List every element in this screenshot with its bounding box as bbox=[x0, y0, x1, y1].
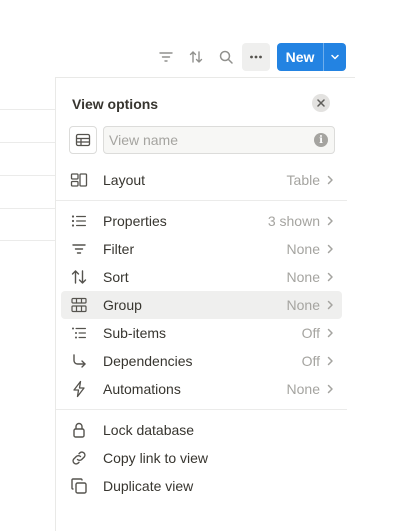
duplicate-view-option[interactable]: Duplicate view bbox=[61, 472, 342, 500]
filter-icon[interactable] bbox=[152, 43, 180, 71]
table-row-divider bbox=[0, 175, 56, 176]
group-option[interactable]: Group None bbox=[61, 291, 342, 319]
dependencies-icon bbox=[69, 351, 89, 371]
dependencies-value: Off bbox=[301, 353, 320, 369]
filter-option[interactable]: Filter None bbox=[61, 235, 342, 263]
properties-value: 3 shown bbox=[267, 213, 320, 229]
panel-title: View options bbox=[72, 96, 159, 112]
copy-link-option[interactable]: Copy link to view bbox=[61, 444, 342, 472]
chevron-right-icon bbox=[320, 384, 340, 394]
filter-value: None bbox=[286, 241, 320, 257]
chevron-right-icon bbox=[320, 272, 340, 282]
close-button[interactable] bbox=[312, 94, 330, 112]
sort-option[interactable]: Sort None bbox=[61, 263, 342, 291]
subitems-icon bbox=[69, 323, 89, 343]
copy-link-label: Copy link to view bbox=[103, 450, 209, 466]
section-divider bbox=[56, 409, 347, 410]
layout-label: Layout bbox=[103, 172, 146, 188]
sort-label: Sort bbox=[103, 269, 129, 285]
new-button-group: New bbox=[277, 43, 346, 71]
view-name-input[interactable] bbox=[104, 127, 334, 153]
layout-value: Table bbox=[286, 172, 320, 188]
view-options-panel: View options i Layout Table Properties 3… bbox=[55, 77, 355, 531]
lightning-icon bbox=[69, 379, 89, 399]
chevron-right-icon bbox=[320, 356, 340, 366]
lock-database-option[interactable]: Lock database bbox=[61, 416, 342, 444]
subitems-option[interactable]: Sub-items Off bbox=[61, 319, 342, 347]
dependencies-label: Dependencies bbox=[103, 353, 193, 369]
lock-icon bbox=[69, 420, 89, 440]
view-toolbar bbox=[152, 43, 270, 71]
table-row-divider bbox=[0, 240, 56, 241]
new-button[interactable]: New bbox=[277, 43, 323, 71]
layout-option[interactable]: Layout Table bbox=[61, 166, 342, 194]
group-icon bbox=[69, 295, 89, 315]
subitems-value: Off bbox=[301, 325, 320, 341]
table-icon bbox=[75, 133, 91, 147]
properties-option[interactable]: Properties 3 shown bbox=[61, 207, 342, 235]
chevron-right-icon bbox=[320, 328, 340, 338]
table-row-divider bbox=[0, 208, 56, 209]
filter-label: Filter bbox=[103, 241, 135, 257]
lock-database-label: Lock database bbox=[103, 422, 195, 438]
chevron-down-icon bbox=[331, 54, 339, 60]
table-row-divider bbox=[0, 109, 56, 110]
sort-value: None bbox=[286, 269, 320, 285]
properties-icon bbox=[69, 211, 89, 231]
properties-label: Properties bbox=[103, 213, 167, 229]
automations-value: None bbox=[286, 381, 320, 397]
sort-icon[interactable] bbox=[182, 43, 210, 71]
duplicate-view-label: Duplicate view bbox=[103, 478, 194, 494]
subitems-label: Sub-items bbox=[103, 325, 167, 341]
close-icon bbox=[317, 99, 325, 107]
automations-option[interactable]: Automations None bbox=[61, 375, 342, 403]
table-row-divider bbox=[0, 142, 56, 143]
new-dropdown-button[interactable] bbox=[324, 43, 346, 71]
more-icon[interactable] bbox=[242, 43, 270, 71]
chevron-right-icon bbox=[320, 300, 340, 310]
info-icon[interactable]: i bbox=[314, 133, 328, 147]
chevron-right-icon bbox=[320, 175, 340, 185]
layout-icon bbox=[69, 170, 89, 190]
chevron-right-icon bbox=[320, 216, 340, 226]
link-icon bbox=[69, 448, 89, 468]
view-icon-button[interactable] bbox=[69, 126, 97, 154]
search-icon[interactable] bbox=[212, 43, 240, 71]
dependencies-option[interactable]: Dependencies Off bbox=[61, 347, 342, 375]
automations-label: Automations bbox=[103, 381, 181, 397]
view-name-field: i bbox=[103, 126, 335, 154]
duplicate-icon bbox=[69, 476, 89, 496]
chevron-right-icon bbox=[320, 244, 340, 254]
filter-icon bbox=[69, 239, 89, 259]
sort-icon bbox=[69, 267, 89, 287]
group-label: Group bbox=[103, 297, 142, 313]
section-divider bbox=[56, 200, 347, 201]
group-value: None bbox=[286, 297, 320, 313]
